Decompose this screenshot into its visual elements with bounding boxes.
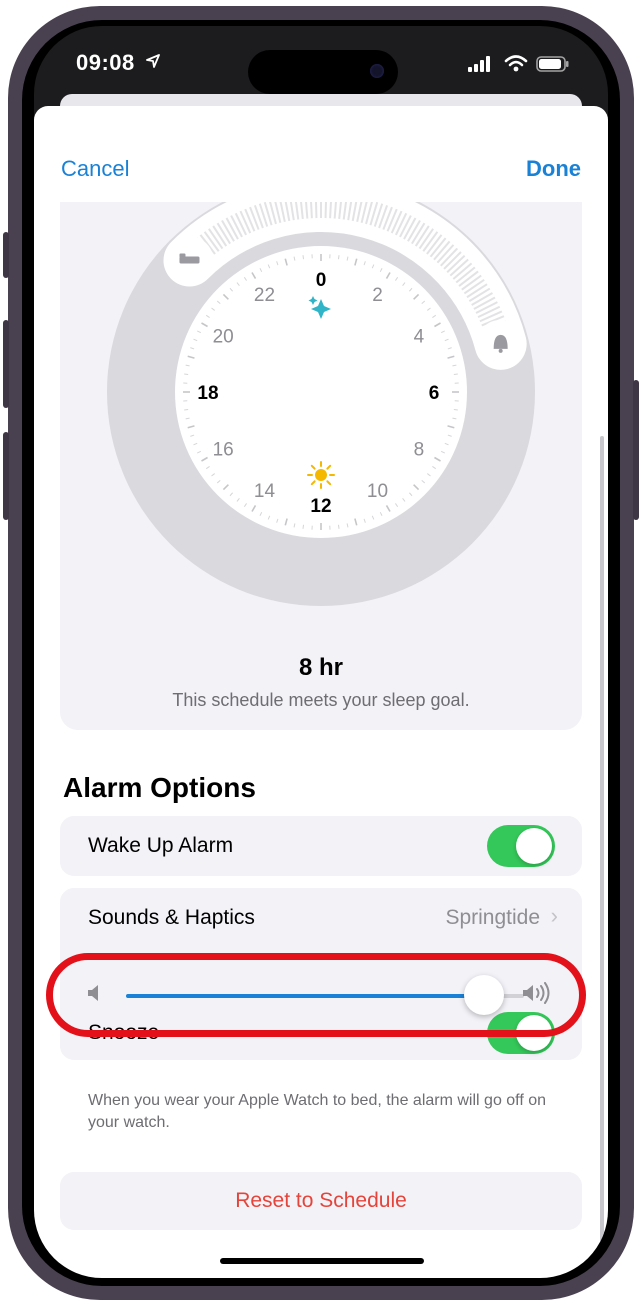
hour-label: 6 (429, 383, 440, 404)
toggle-knob (516, 828, 552, 864)
arc-hatch (324, 202, 327, 219)
chevron-right-icon[interactable]: › (551, 903, 558, 929)
hour-label: 22 (254, 285, 275, 306)
side-button (633, 380, 639, 520)
sounds-haptics-value[interactable]: Springtide (445, 906, 540, 930)
alarm-options-title: Alarm Options (63, 772, 256, 803)
edit-schedule-sheet: Cancel Done 0 2 4 6 8 10 12 14 16 18 20 22 8 hr Thi… (34, 106, 608, 1278)
hour-label: 20 (213, 327, 234, 348)
clock-tick (302, 524, 305, 529)
done-button[interactable]: Done (526, 156, 581, 182)
status-time: 09:08 (76, 50, 135, 75)
cancel-button[interactable]: Cancel (61, 156, 129, 182)
hour-label: 16 (213, 440, 234, 461)
front-camera (370, 64, 384, 78)
sleep-goal-message: This schedule meets your sleep goal. (172, 690, 470, 710)
clock-tick (337, 524, 340, 529)
hour-label: 14 (254, 481, 276, 502)
clock-tick (337, 255, 340, 260)
bed-pillow (179, 253, 186, 258)
clock-tick (184, 373, 189, 376)
hour-label: 2 (372, 285, 383, 306)
bell-clapper (498, 348, 503, 353)
sleep-clock[interactable]: 0 2 4 6 8 10 12 14 16 18 20 22 (60, 202, 582, 642)
cellular-signal-icon (468, 56, 490, 72)
wake-up-alarm-row: Wake Up Alarm (60, 816, 582, 876)
wake-up-alarm-toggle[interactable] (487, 825, 555, 867)
sun-icon (315, 469, 327, 481)
wake-up-alarm-label: Wake Up Alarm (88, 834, 234, 857)
hour-label: 18 (197, 383, 218, 404)
hour-label: 0 (316, 270, 327, 291)
hour-label: 10 (367, 481, 388, 502)
sleep-duration: 8 hr (298, 654, 343, 681)
volume-up-button (3, 320, 9, 408)
wifi-icon (504, 55, 528, 72)
home-indicator (220, 1258, 424, 1264)
hour-label: 4 (414, 327, 425, 348)
location-arrow-icon (146, 54, 160, 68)
clock-tick (302, 255, 305, 260)
battery-icon (536, 56, 569, 72)
clock-tick (184, 408, 189, 411)
bed-icon (179, 256, 200, 264)
hour-label: 8 (414, 440, 425, 461)
action-button (3, 232, 9, 278)
screen: 09:08 Cancel Done 0 2 4 6 8 10 12 14 16 18 20 22 (34, 26, 608, 1278)
arc-hatch (315, 202, 318, 219)
clock-tick (453, 408, 458, 411)
hour-label: 12 (310, 496, 331, 517)
highlight-ring (46, 953, 586, 1037)
arc-hatch (329, 202, 332, 219)
apple-watch-note: When you wear your Apple Watch to bed, t… (88, 1092, 547, 1131)
volume-down-button (3, 432, 9, 520)
sounds-haptics-label[interactable]: Sounds & Haptics (88, 906, 255, 930)
arc-hatch (310, 202, 313, 219)
sleep-clock-card: 0 2 4 6 8 10 12 14 16 18 20 22 8 hr This schedule m… (60, 202, 582, 730)
reset-to-schedule-button[interactable]: Reset to Schedule (60, 1172, 582, 1230)
clock-tick (453, 373, 458, 376)
scroll-indicator (600, 436, 604, 1246)
